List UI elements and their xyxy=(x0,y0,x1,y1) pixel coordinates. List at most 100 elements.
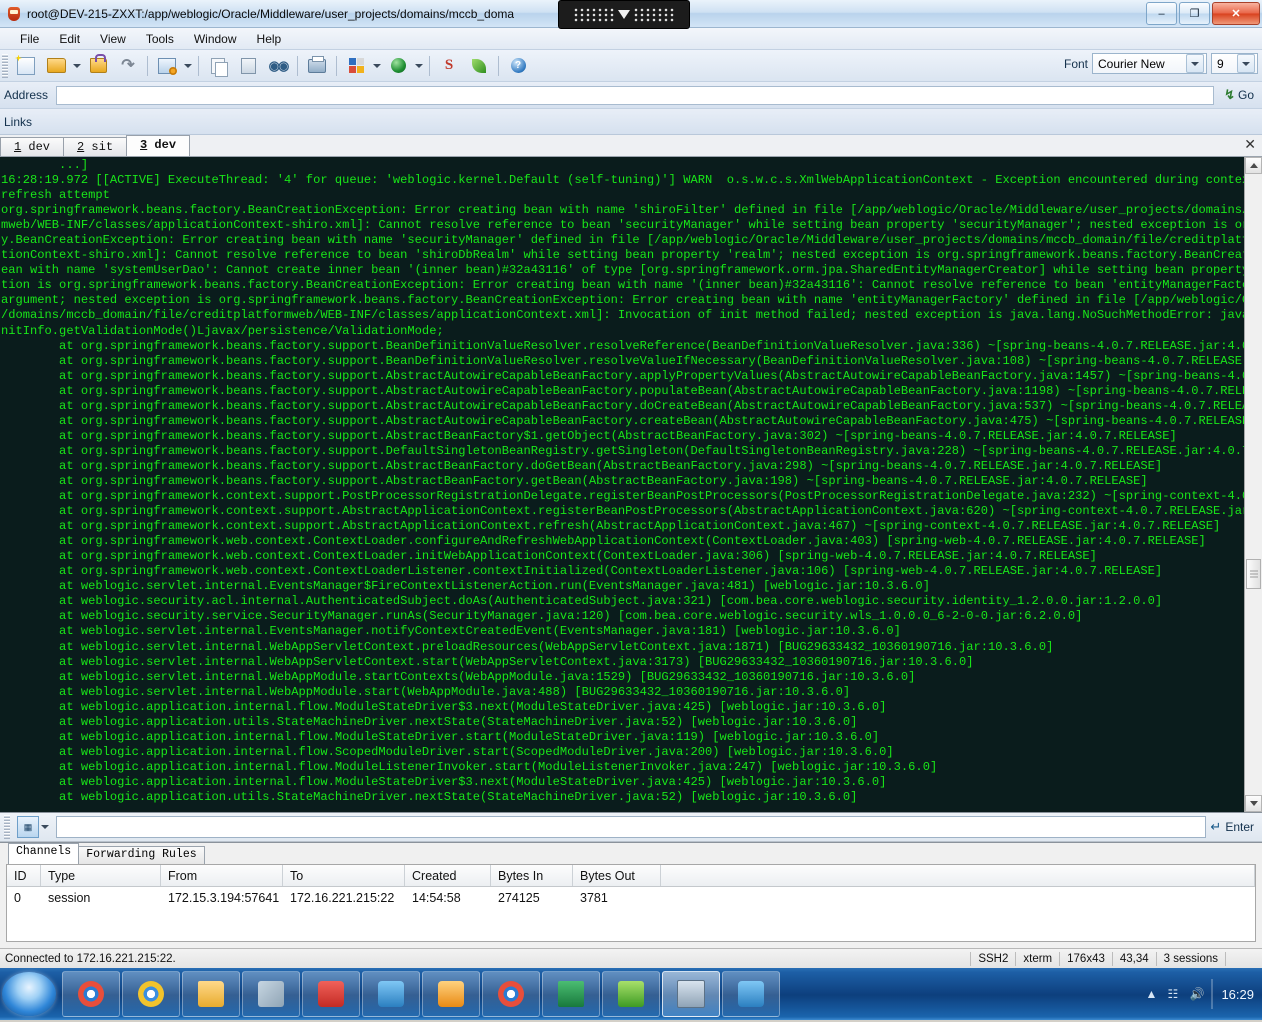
command-target-dropdown[interactable] xyxy=(39,814,51,840)
session-tab-2-sit[interactable]: 2 sit xyxy=(63,137,128,156)
globe-icon xyxy=(390,58,406,73)
floating-drag-toolbar[interactable] xyxy=(558,0,690,29)
scroll-up-button[interactable] xyxy=(1245,157,1262,174)
taskbar-item-blue-app[interactable] xyxy=(362,971,420,1017)
taskbar-item-folder[interactable] xyxy=(182,971,240,1017)
properties-dropdown[interactable] xyxy=(182,53,194,79)
web-dropdown[interactable] xyxy=(413,53,425,79)
print-button[interactable] xyxy=(303,52,331,80)
open-session-button[interactable] xyxy=(42,52,70,80)
menu-item-window[interactable]: Window xyxy=(184,30,247,48)
menu-item-view[interactable]: View xyxy=(90,30,136,48)
window-title-bar[interactable]: root@DEV-215-ZXXT:/app/weblogic/Oracle/M… xyxy=(0,0,1262,29)
column-header-id[interactable]: ID xyxy=(7,865,41,886)
web-browse-button[interactable] xyxy=(384,52,412,80)
chevron-down-icon xyxy=(415,63,423,68)
column-header-bytes-in[interactable]: Bytes In xyxy=(491,865,573,886)
command-input[interactable] xyxy=(56,816,1207,838)
find-button[interactable]: ◉◉ xyxy=(264,52,292,80)
taskbar-item-chrome-2[interactable] xyxy=(122,971,180,1017)
column-header-type[interactable]: Type xyxy=(41,865,161,886)
column-header-from[interactable]: From xyxy=(161,865,283,886)
status-terminal-type: xterm xyxy=(1015,951,1059,966)
font-name-dropdown-icon[interactable] xyxy=(1186,54,1204,73)
reload-icon: ↷ xyxy=(121,56,135,74)
printer-icon xyxy=(308,55,326,73)
status-resize-grip[interactable] xyxy=(1225,951,1262,966)
taskbar-item-extra[interactable] xyxy=(722,971,780,1017)
tab-channels[interactable]: Channels xyxy=(8,843,80,864)
column-header-to[interactable]: To xyxy=(283,865,405,886)
column-header-created[interactable]: Created xyxy=(405,865,491,886)
paste-icon xyxy=(240,57,256,74)
column-header-bytes-out[interactable]: Bytes Out xyxy=(573,865,661,886)
menu-item-help[interactable]: Help xyxy=(247,30,292,48)
taskbar-item-orange-app[interactable] xyxy=(422,971,480,1017)
address-input[interactable] xyxy=(56,85,1215,105)
taskbar-item-chrome-3[interactable] xyxy=(482,971,540,1017)
copy-icon xyxy=(211,57,228,77)
menu-item-edit[interactable]: Edit xyxy=(49,30,90,48)
color-dropdown[interactable] xyxy=(371,53,383,79)
session-tab-1-dev[interactable]: 1 dev xyxy=(0,137,65,156)
open-secure-button[interactable] xyxy=(84,52,112,80)
font-size-dropdown-icon[interactable] xyxy=(1237,54,1255,73)
orange-app-icon xyxy=(438,981,464,1007)
command-bar-grip-icon[interactable] xyxy=(4,815,10,839)
reconnect-button[interactable]: ↷ xyxy=(114,52,142,80)
session-properties-button[interactable] xyxy=(153,52,181,80)
table-row[interactable]: 0 session 172.15.3.194:57641 172.16.221.… xyxy=(7,887,1255,909)
terminal-output[interactable]: ...] 16:28:19.972 [[ACTIVE] ExecuteThrea… xyxy=(0,157,1244,812)
menu-item-tools[interactable]: Tools xyxy=(136,30,184,48)
xmanager-button[interactable] xyxy=(465,52,493,80)
tray-network-icon[interactable]: ☷ xyxy=(1167,987,1181,1001)
download-arrow-icon[interactable] xyxy=(618,10,630,19)
toolbar-grip-icon[interactable] xyxy=(2,53,8,78)
new-session-icon xyxy=(17,56,35,75)
status-terminal-size: 176x43 xyxy=(1059,951,1112,966)
tray-separator xyxy=(1211,979,1214,1009)
font-size-select[interactable]: 9 xyxy=(1211,53,1258,74)
terminal-scrollbar[interactable] xyxy=(1244,157,1262,812)
status-cursor-position: 43,34 xyxy=(1111,951,1156,966)
taskbar-item-chrome-1[interactable] xyxy=(62,971,120,1017)
paste-button[interactable] xyxy=(234,52,262,80)
close-button[interactable]: ✕ xyxy=(1212,2,1260,25)
taskbar-item-window[interactable] xyxy=(242,971,300,1017)
links-label: Links xyxy=(4,114,33,129)
taskbar-item-green-app[interactable] xyxy=(602,971,660,1017)
close-tab-button[interactable]: ✕ xyxy=(1244,137,1256,151)
cell-filler xyxy=(661,887,1255,909)
maximize-button[interactable]: ❐ xyxy=(1179,2,1210,25)
tray-up-arrow-icon[interactable]: ▲ xyxy=(1145,987,1159,1001)
copy-button[interactable] xyxy=(204,52,232,80)
taskbar-item-excel[interactable] xyxy=(542,971,600,1017)
scrollbar-thumb[interactable] xyxy=(1246,559,1261,589)
send-enter-button[interactable]: ↵ Enter xyxy=(1208,819,1260,835)
blue-app-icon xyxy=(378,981,404,1007)
taskbar-item-xshell[interactable] xyxy=(662,971,720,1017)
thumb-grip-icon xyxy=(1249,570,1258,578)
go-button[interactable]: ↯ Go xyxy=(1216,87,1262,103)
sftp-icon: S xyxy=(444,57,454,73)
sftp-button[interactable]: S xyxy=(435,52,463,80)
font-name-select[interactable]: Courier New xyxy=(1092,53,1207,74)
links-bar[interactable]: Links xyxy=(0,109,1262,135)
window-controls[interactable]: – ❐ ✕ xyxy=(1146,2,1260,25)
color-scheme-button[interactable] xyxy=(342,52,370,80)
minimize-button[interactable]: – xyxy=(1146,2,1177,25)
taskbar-clock[interactable]: 16:29 xyxy=(1221,987,1256,1002)
tray-volume-icon[interactable]: 🔊 xyxy=(1189,987,1204,1001)
start-button-icon[interactable] xyxy=(2,972,56,1016)
command-target-icon[interactable]: ▦ xyxy=(17,816,39,838)
help-button[interactable]: ? xyxy=(504,52,532,80)
windows-taskbar: ▲ ☷ 🔊 16:29 xyxy=(0,968,1262,1020)
cell-bytes-in: 274125 xyxy=(498,891,540,905)
menu-item-file[interactable]: File xyxy=(10,30,49,48)
new-session-button[interactable] xyxy=(12,52,40,80)
scroll-down-button[interactable] xyxy=(1245,795,1262,812)
session-tab-3-dev[interactable]: 3 dev xyxy=(126,135,191,156)
taskbar-item-yy[interactable] xyxy=(302,971,360,1017)
tab-forwarding-rules[interactable]: Forwarding Rules xyxy=(78,846,205,864)
open-session-dropdown[interactable] xyxy=(71,53,83,79)
